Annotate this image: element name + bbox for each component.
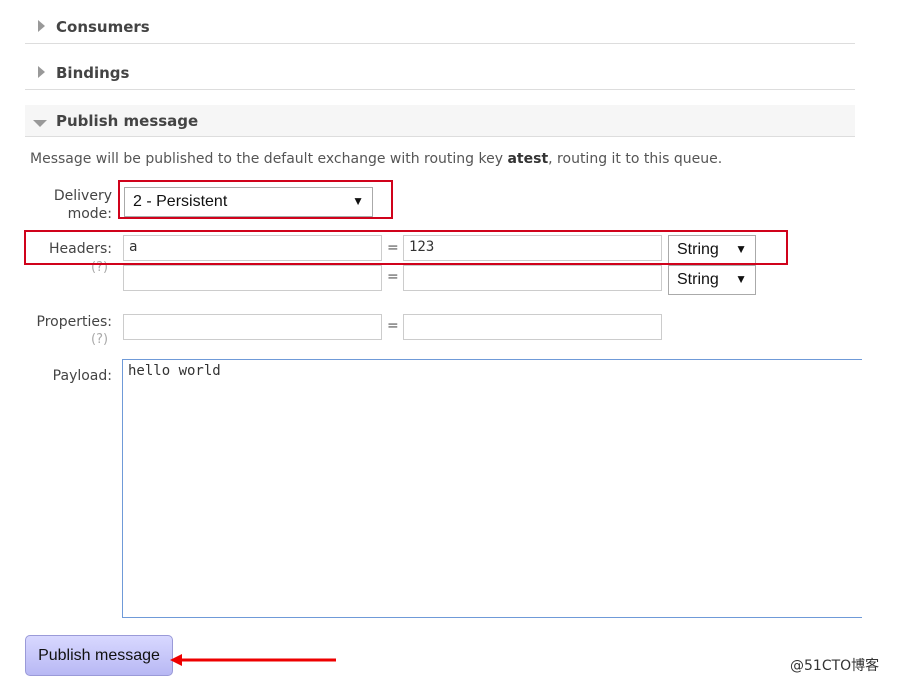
publish-intro: Message will be published to the default…	[30, 151, 723, 167]
expand-icon	[38, 20, 45, 32]
watermark: @51CTO博客	[790, 658, 880, 674]
payload-textarea[interactable]: hello world	[122, 359, 862, 618]
annotation-box-delivery	[118, 180, 393, 219]
section-bindings[interactable]: Bindings	[25, 54, 855, 90]
header-value-input[interactable]	[403, 265, 662, 291]
equals-sign: =	[387, 318, 399, 334]
header-key-input[interactable]	[123, 265, 382, 291]
properties-help[interactable]: (?)	[91, 332, 108, 347]
header-type-select[interactable]: String ▼	[668, 265, 756, 295]
property-key-input[interactable]	[123, 314, 382, 340]
payload-label: Payload:	[52, 368, 112, 384]
publish-message-button[interactable]: Publish message	[25, 635, 173, 676]
properties-label: Properties:	[36, 314, 112, 330]
dropdown-arrow-icon: ▼	[735, 272, 747, 286]
expand-icon	[38, 66, 45, 78]
annotation-arrow	[170, 654, 336, 666]
collapse-icon	[33, 120, 47, 127]
property-value-input[interactable]	[403, 314, 662, 340]
section-consumers[interactable]: Consumers	[25, 8, 855, 44]
delivery-mode-label: Delivery mode:	[53, 188, 112, 222]
section-publish-message[interactable]: Publish message	[25, 105, 855, 137]
annotation-box-headers	[24, 230, 788, 265]
equals-sign: =	[387, 269, 399, 285]
